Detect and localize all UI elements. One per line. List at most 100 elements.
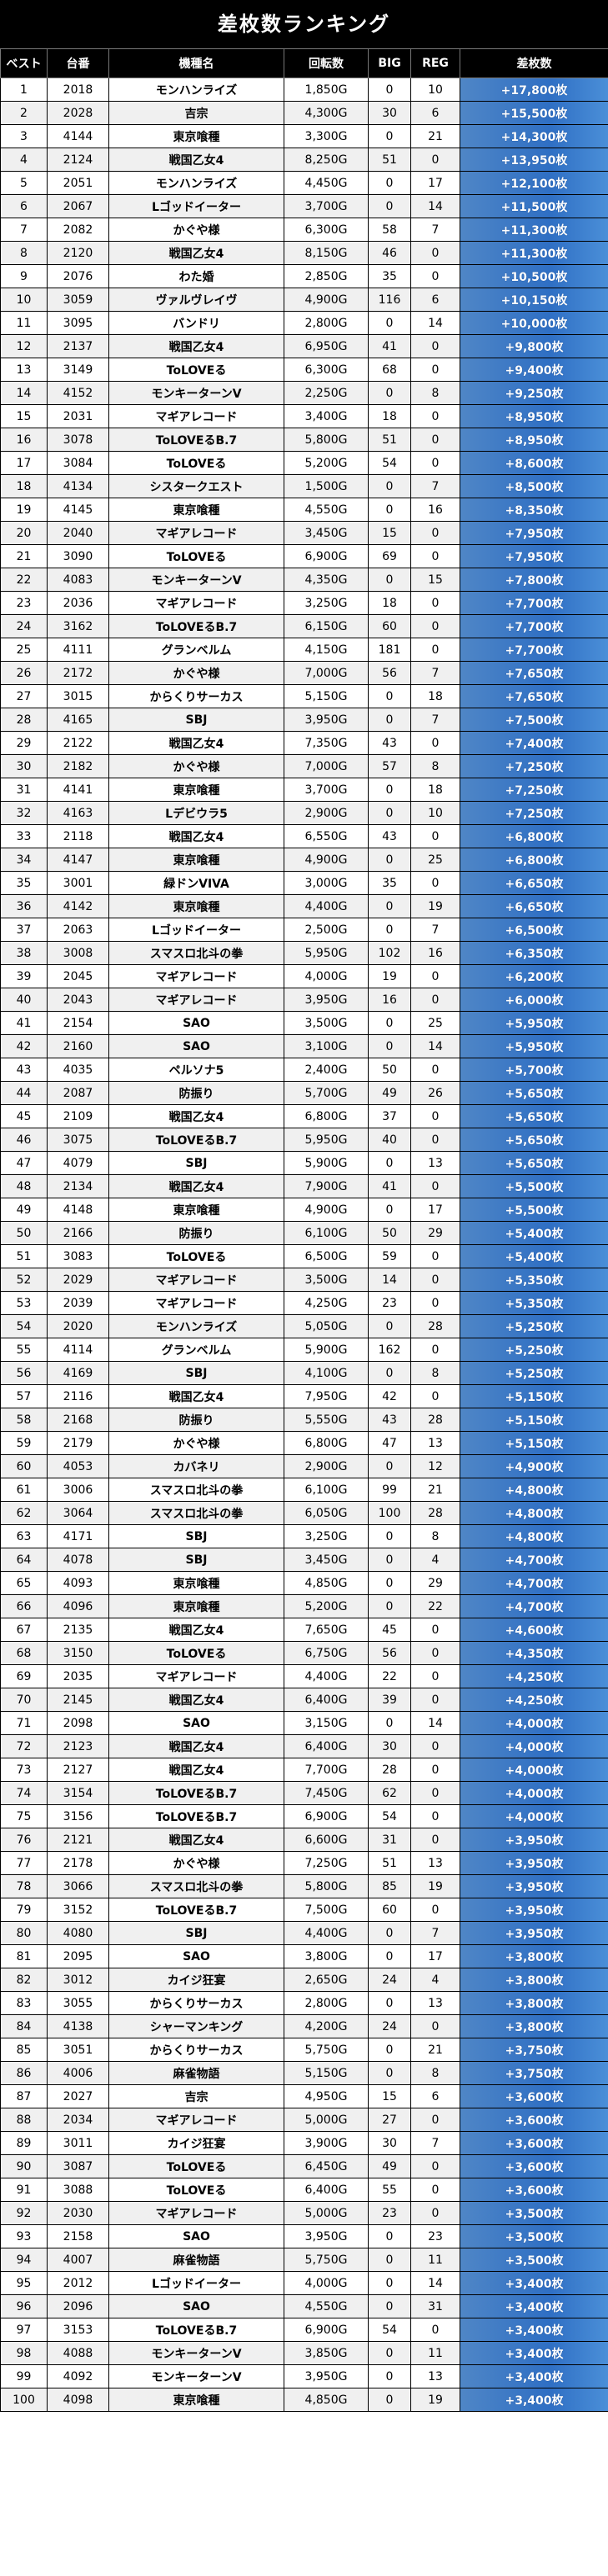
machine-number-cell: 3001 xyxy=(47,871,109,895)
machine-number-cell: 2123 xyxy=(47,1734,109,1758)
model-cell: カバネリ xyxy=(108,1454,284,1478)
rank-cell: 69 xyxy=(0,1664,48,1688)
model-cell: マギアレコード xyxy=(108,2201,284,2225)
reg-cell: 0 xyxy=(410,824,460,848)
reg-cell: 0 xyxy=(410,2178,460,2202)
machine-number-cell: 3078 xyxy=(47,428,109,452)
machine-number-cell: 3084 xyxy=(47,451,109,475)
diff-cell: +12,100枚 xyxy=(460,171,608,195)
big-cell: 50 xyxy=(368,1221,411,1245)
big-cell: 0 xyxy=(368,1011,411,1035)
reg-cell: 21 xyxy=(410,2038,460,2062)
page-title: 差枚数ランキング xyxy=(0,0,608,48)
rank-cell: 12 xyxy=(0,334,48,358)
rank-cell: 47 xyxy=(0,1151,48,1175)
spins-cell: 5,000G xyxy=(284,2108,369,2132)
model-cell: 東京喰種 xyxy=(108,1198,284,1222)
machine-number-cell: 2018 xyxy=(47,78,109,102)
diff-cell: +3,400枚 xyxy=(460,2294,608,2318)
rank-cell: 23 xyxy=(0,591,48,615)
model-cell: ToLOVEる xyxy=(108,2154,284,2178)
diff-cell: +4,800枚 xyxy=(460,1524,608,1548)
reg-cell: 28 xyxy=(410,1314,460,1338)
reg-cell: 10 xyxy=(410,78,460,102)
table-row: 78 3066 スマスロ北斗の拳 5,800G 85 19 +3,950枚 xyxy=(0,1874,608,1898)
diff-cell: +5,400枚 xyxy=(460,1244,608,1268)
model-cell: マギアレコード xyxy=(108,591,284,615)
big-cell: 51 xyxy=(368,1851,411,1875)
table-row: 82 3012 カイジ狂宴 2,650G 24 4 +3,800枚 xyxy=(0,1968,608,1992)
spins-cell: 3,800G xyxy=(284,1944,369,1968)
reg-cell: 7 xyxy=(410,474,460,498)
rank-cell: 73 xyxy=(0,1758,48,1782)
reg-cell: 19 xyxy=(410,1874,460,1898)
spins-cell: 7,650G xyxy=(284,1618,369,1642)
machine-number-cell: 4163 xyxy=(47,801,109,825)
rank-cell: 49 xyxy=(0,1198,48,1222)
big-cell: 0 xyxy=(368,2224,411,2248)
model-cell: かぐや様 xyxy=(108,754,284,778)
rank-cell: 81 xyxy=(0,1944,48,1968)
model-cell: マギアレコード xyxy=(108,1291,284,1315)
diff-cell: +7,800枚 xyxy=(460,568,608,592)
spins-cell: 6,050G xyxy=(284,1501,369,1525)
table-row: 65 4093 東京喰種 4,850G 0 29 +4,700枚 xyxy=(0,1571,608,1595)
table-row: 80 4080 SBJ 4,400G 0 7 +3,950枚 xyxy=(0,1921,608,1945)
table-row: 48 2134 戦国乙女4 7,900G 41 0 +5,500枚 xyxy=(0,1174,608,1198)
machine-number-cell: 2179 xyxy=(47,1431,109,1455)
rank-cell: 36 xyxy=(0,894,48,918)
spins-cell: 6,100G xyxy=(284,1478,369,1502)
spins-cell: 4,100G xyxy=(284,1361,369,1385)
model-cell: ToLOVEるΒ.7 xyxy=(108,1781,284,1805)
table-row: 89 3011 カイジ狂宴 3,900G 30 7 +3,600枚 xyxy=(0,2131,608,2155)
spins-cell: 3,950G xyxy=(284,2224,369,2248)
big-cell: 54 xyxy=(368,2318,411,2342)
diff-cell: +5,250枚 xyxy=(460,1361,608,1385)
rank-cell: 4 xyxy=(0,148,48,172)
table-row: 46 3075 ToLOVEるΒ.7 5,950G 40 0 +5,650枚 xyxy=(0,1128,608,1152)
machine-number-cell: 4147 xyxy=(47,848,109,872)
machine-number-cell: 4035 xyxy=(47,1058,109,1082)
model-cell: 東京喰種 xyxy=(108,778,284,802)
machine-number-cell: 3087 xyxy=(47,2154,109,2178)
spins-cell: 6,950G xyxy=(284,334,369,358)
rank-cell: 78 xyxy=(0,1874,48,1898)
machine-number-cell: 2036 xyxy=(47,591,109,615)
table-row: 71 2098 SAO 3,150G 0 14 +4,000枚 xyxy=(0,1711,608,1735)
reg-cell: 0 xyxy=(410,2318,460,2342)
rank-cell: 9 xyxy=(0,264,48,288)
model-cell: かぐや様 xyxy=(108,1431,284,1455)
table-row: 94 4007 麻雀物語 5,750G 0 11 +3,500枚 xyxy=(0,2248,608,2272)
diff-cell: +3,500枚 xyxy=(460,2224,608,2248)
rank-cell: 52 xyxy=(0,1268,48,1292)
machine-number-cell: 2182 xyxy=(47,754,109,778)
rank-cell: 7 xyxy=(0,218,48,242)
big-cell: 0 xyxy=(368,1034,411,1058)
reg-cell: 7 xyxy=(410,661,460,685)
rank-cell: 21 xyxy=(0,544,48,568)
diff-cell: +11,300枚 xyxy=(460,218,608,242)
table-row: 96 2096 SAO 4,550G 0 31 +3,400枚 xyxy=(0,2294,608,2318)
spins-cell: 2,800G xyxy=(284,1991,369,2015)
machine-number-cell: 2137 xyxy=(47,334,109,358)
big-cell: 23 xyxy=(368,2201,411,2225)
machine-number-cell: 2095 xyxy=(47,1944,109,1968)
table-row: 11 3095 バンドリ 2,800G 0 14 +10,000枚 xyxy=(0,311,608,335)
machine-number-cell: 3095 xyxy=(47,311,109,335)
header-row: ベスト 台番 機種名 回転数 BIG REG 差枚数 xyxy=(0,48,608,78)
big-cell: 0 xyxy=(368,684,411,708)
header-machine-number: 台番 xyxy=(47,48,109,78)
spins-cell: 7,950G xyxy=(284,1384,369,1408)
rank-cell: 58 xyxy=(0,1408,48,1432)
rank-cell: 25 xyxy=(0,638,48,662)
rank-cell: 65 xyxy=(0,1571,48,1595)
model-cell: ToLOVEるΒ.7 xyxy=(108,1804,284,1828)
big-cell: 56 xyxy=(368,661,411,685)
model-cell: モンハンライズ xyxy=(108,171,284,195)
big-cell: 0 xyxy=(368,568,411,592)
machine-number-cell: 4114 xyxy=(47,1338,109,1362)
big-cell: 0 xyxy=(368,2271,411,2295)
reg-cell: 0 xyxy=(410,1128,460,1152)
rank-cell: 24 xyxy=(0,614,48,638)
spins-cell: 6,900G xyxy=(284,1804,369,1828)
